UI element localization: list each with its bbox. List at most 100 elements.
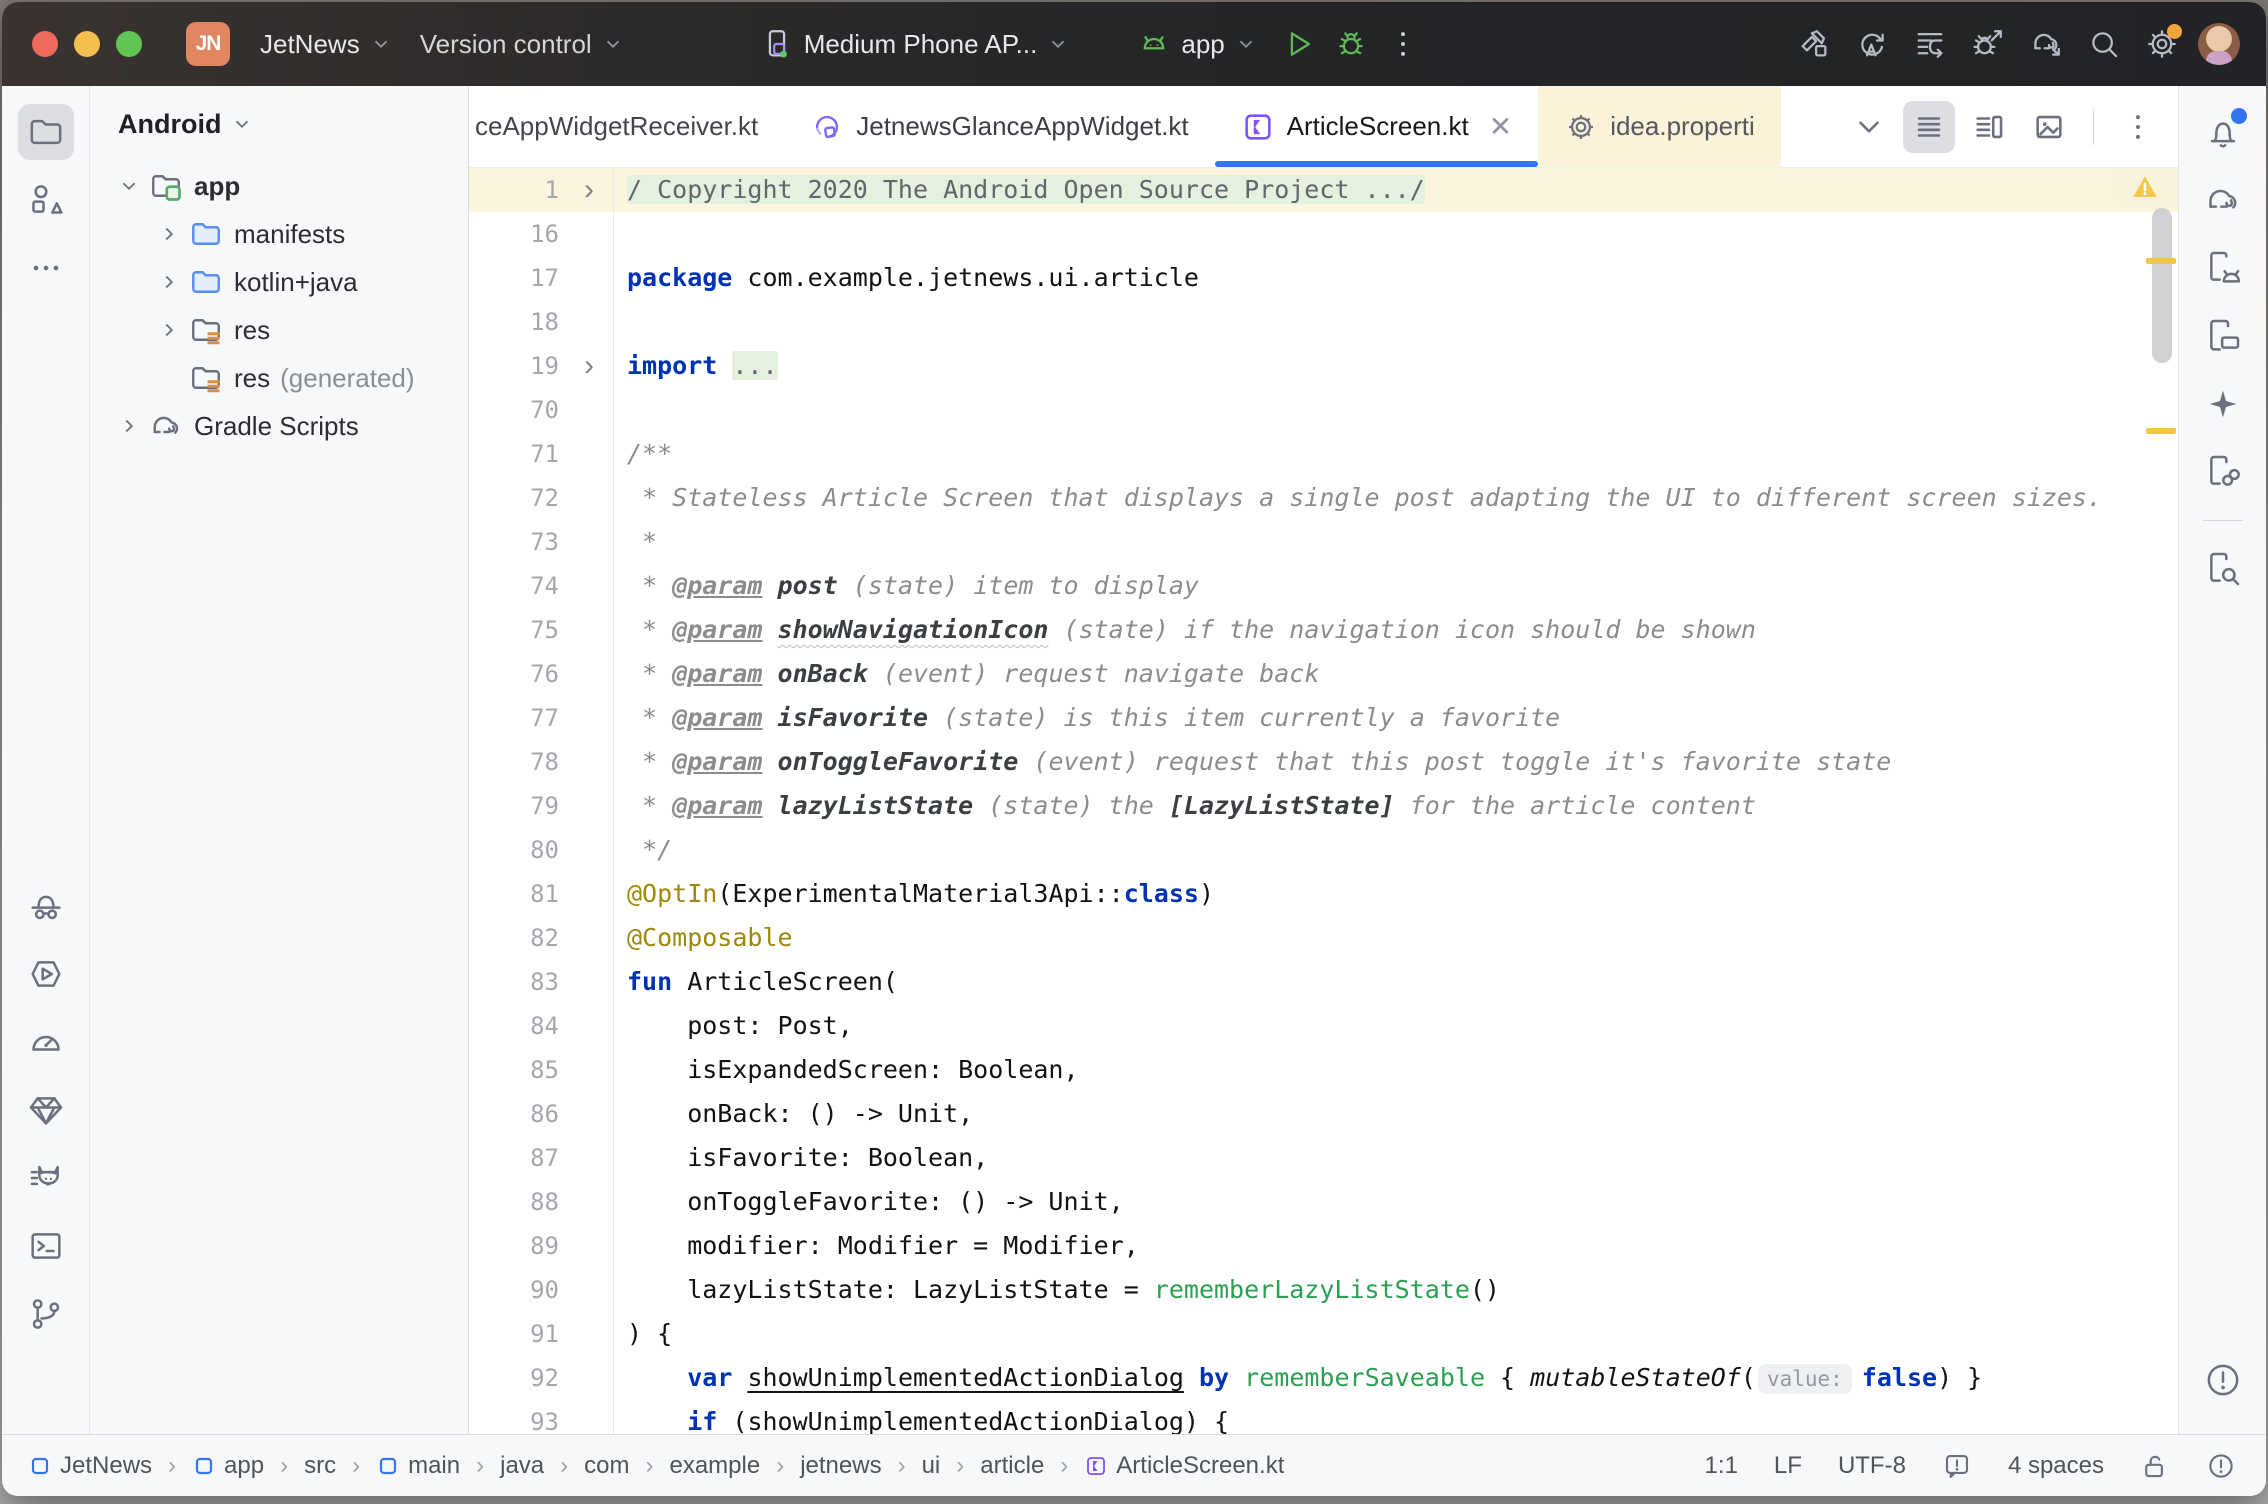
inspections-widget[interactable] (2112, 168, 2178, 206)
tool-window-app-quality-insights-button[interactable] (18, 878, 74, 934)
titlebar-more-button[interactable] (1381, 22, 1425, 66)
close-tab-button[interactable]: ✕ (1489, 113, 1512, 141)
tree-item-manifests[interactable]: manifests (90, 210, 468, 258)
breadcrumb-main[interactable]: main (376, 1452, 460, 1480)
settings-button[interactable] (2140, 22, 2184, 66)
android-studio-window: JN JetNews Version control Medium Phone … (2, 2, 2266, 1496)
tool-window-more-button[interactable] (18, 240, 74, 296)
editor-scrollbar-thumb[interactable] (2152, 208, 2172, 363)
minimize-window-button[interactable] (74, 31, 100, 57)
tree-item-app[interactable]: app (90, 162, 468, 210)
breadcrumb-label: article (980, 1452, 1044, 1480)
tool-window-device-manager-button[interactable] (2195, 240, 2251, 296)
tree-item-kotlin-java[interactable]: kotlin+java (90, 258, 468, 306)
breadcrumb-jetnews[interactable]: JetNews (28, 1452, 152, 1480)
code-text: * Stateless Article Screen that displays… (614, 476, 2178, 520)
breadcrumb-example[interactable]: example (669, 1452, 760, 1480)
tab-articlescreen-active[interactable]: ArticleScreen.kt ✕ (1215, 86, 1539, 167)
code-text: onToggleFavorite: () -> Unit, (614, 1180, 2178, 1224)
tool-window-profiler-button[interactable] (18, 1014, 74, 1070)
sync-run-configurations-button[interactable] (1850, 22, 1894, 66)
chevron-right-icon[interactable] (152, 271, 186, 293)
tab-idea-properties[interactable]: idea.properti (1538, 86, 1781, 167)
breadcrumb-src[interactable]: src (304, 1452, 336, 1480)
tool-window-version-control-button[interactable] (18, 1286, 74, 1342)
breadcrumb-articlescreen[interactable]: ArticleScreen.kt (1084, 1452, 1284, 1480)
chevron-right-icon[interactable] (152, 223, 186, 245)
tab-glanceappwidgetreceiver[interactable]: ceAppWidgetReceiver.kt (469, 86, 784, 167)
breadcrumb-article[interactable]: article (980, 1452, 1044, 1480)
tool-window-terminal-button[interactable] (18, 1218, 74, 1274)
warning-stripe-mark[interactable] (2146, 428, 2176, 434)
line-separator-widget[interactable]: LF (1774, 1452, 1802, 1480)
editor-view-code-button[interactable] (1903, 101, 1955, 153)
notifications-button[interactable] (2195, 104, 2251, 160)
gutter: 74 (469, 564, 614, 608)
code-text: * @param showNavigationIcon (state) if t… (614, 608, 2178, 652)
breadcrumb-ui[interactable]: ui (922, 1452, 941, 1480)
tree-item-label: app (194, 171, 240, 202)
gemini-button[interactable] (2195, 376, 2251, 432)
run-configuration-selector[interactable]: app (1125, 19, 1268, 69)
breadcrumb-jetnews-pkg[interactable]: jetnews (800, 1452, 881, 1480)
tool-window-running-devices-button[interactable] (2195, 308, 2251, 364)
close-window-button[interactable] (32, 31, 58, 57)
warning-stripe-mark[interactable] (2146, 258, 2176, 264)
tool-window-run-button[interactable] (18, 946, 74, 1002)
problems-indicator[interactable] (2206, 1451, 2236, 1481)
attach-debugger-button[interactable] (1966, 22, 2010, 66)
debug-button[interactable] (1329, 22, 1373, 66)
tree-item-gradle-scripts[interactable]: Gradle Scripts (90, 402, 468, 450)
blue-folder-icon (188, 216, 224, 252)
tab-list-dropdown-button[interactable] (1843, 101, 1895, 153)
profiler-button[interactable] (1908, 22, 1952, 66)
encoding-widget[interactable]: UTF-8 (1838, 1452, 1906, 1480)
tool-window-app-inspection-button[interactable] (18, 1082, 74, 1138)
file-lock-widget[interactable] (2140, 1451, 2170, 1481)
tool-window-project-button[interactable] (18, 104, 74, 160)
fold-chevron-icon[interactable]: › (565, 346, 613, 386)
tool-window-resource-manager-button[interactable] (18, 172, 74, 228)
indent-widget[interactable]: 4 spaces (2008, 1452, 2104, 1480)
code-line-85: 85 isExpandedScreen: Boolean, (469, 1048, 2178, 1092)
editor-more-options-button[interactable] (2112, 101, 2164, 153)
gutter: 80 (469, 828, 614, 872)
line-number: 87 (469, 1144, 565, 1172)
tab-jetnewsglanceappwidget[interactable]: JetnewsGlanceAppWidget.kt (784, 86, 1214, 167)
build-button[interactable] (1792, 22, 1836, 66)
gauge-icon (26, 1022, 66, 1062)
project-menu[interactable]: JetNews (246, 19, 406, 70)
highlighting-level-widget[interactable] (1942, 1451, 1972, 1481)
search-everywhere-button[interactable] (2082, 22, 2126, 66)
tool-window-gradle-button[interactable] (2195, 172, 2251, 228)
tool-window-logcat-button[interactable] (18, 1150, 74, 1206)
line-number: 79 (469, 792, 565, 820)
device-selector[interactable]: Medium Phone AP... (748, 19, 1082, 69)
caret-position-widget[interactable]: 1:1 (1705, 1452, 1738, 1480)
tool-window-device-mirror-button[interactable] (2195, 444, 2251, 500)
chevron-down-icon[interactable] (112, 175, 146, 197)
user-avatar[interactable] (2198, 23, 2240, 65)
fold-chevron-icon[interactable]: › (565, 170, 613, 210)
tree-item-res-generated[interactable]: res (generated) (90, 354, 468, 402)
chevron-right-icon[interactable] (152, 319, 186, 341)
vcs-menu[interactable]: Version control (406, 19, 638, 70)
editor-view-split-button[interactable] (1963, 101, 2015, 153)
breadcrumb-app[interactable]: app (192, 1452, 264, 1480)
tool-window-problems-button[interactable] (2195, 1352, 2251, 1408)
code-editor[interactable]: 1›/ Copyright 2020 The Android Open Sour… (469, 168, 2178, 1434)
tool-window-device-explorer-button[interactable] (2195, 541, 2251, 597)
code-line-89: 89 modifier: Modifier = Modifier, (469, 1224, 2178, 1268)
breadcrumb-com[interactable]: com (584, 1452, 629, 1480)
gradle-sync-button[interactable] (2024, 22, 2068, 66)
code-line-84: 84 post: Post, (469, 1004, 2178, 1048)
tree-item-res[interactable]: res (90, 306, 468, 354)
chevron-right-icon[interactable] (112, 415, 146, 437)
breadcrumb-java[interactable]: java (500, 1452, 544, 1480)
editor-view-design-button[interactable] (2023, 101, 2075, 153)
gutter: 86 (469, 1092, 614, 1136)
breadcrumb-separator: › (166, 1452, 178, 1480)
run-button[interactable] (1277, 22, 1321, 66)
zoom-window-button[interactable] (116, 31, 142, 57)
project-view-selector[interactable]: Android (90, 96, 468, 152)
